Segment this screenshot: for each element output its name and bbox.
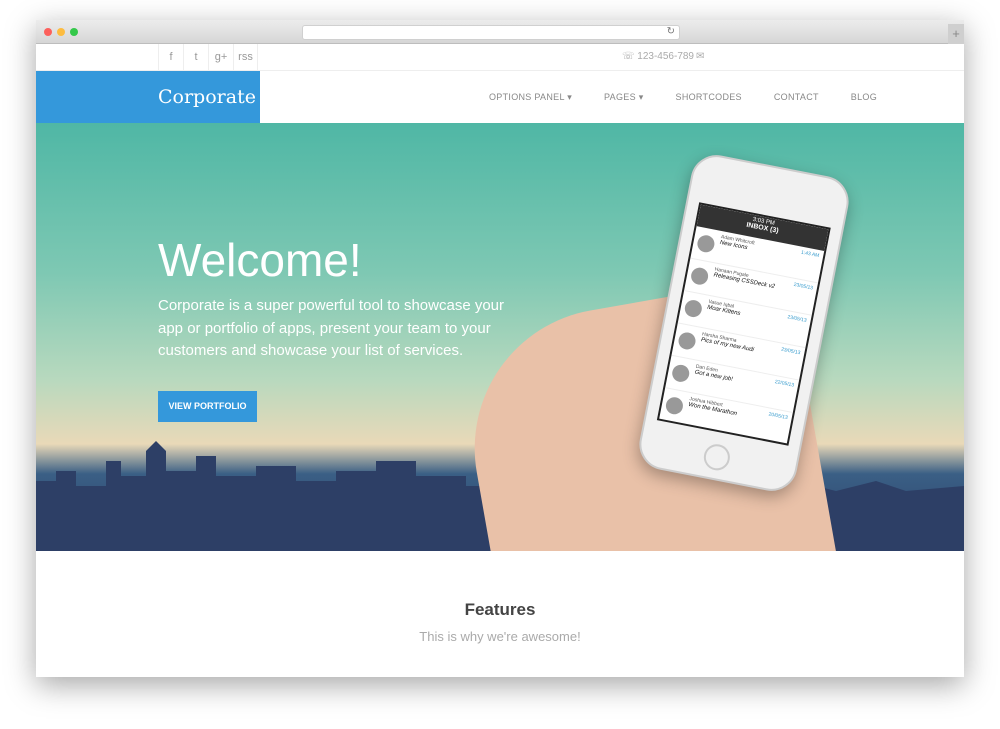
phone-number: ☏ 123-456-789 — [622, 51, 694, 62]
nav-shortcodes[interactable]: SHORTCODES — [676, 92, 742, 103]
close-icon[interactable] — [44, 28, 52, 36]
logo[interactable]: Corporate — [36, 71, 260, 123]
facebook-icon[interactable]: f — [158, 44, 183, 71]
rss-icon[interactable]: rss — [233, 44, 258, 71]
nav-options-panel[interactable]: OPTIONS PANEL ▾ — [489, 92, 572, 103]
twitter-icon[interactable]: t — [183, 44, 208, 71]
view-portfolio-button[interactable]: VIEW PORTFOLIO — [158, 391, 257, 422]
minimize-icon[interactable] — [57, 28, 65, 36]
features-title: Features — [464, 600, 536, 619]
address-bar[interactable]: ↻ — [302, 25, 680, 40]
nav-pages[interactable]: PAGES ▾ — [604, 92, 643, 103]
hero-title: Welcome! — [158, 234, 362, 286]
features-subtitle: This is why we're awesome! — [419, 629, 581, 644]
avatar — [695, 233, 716, 254]
browser-chrome: ↻ + — [36, 20, 964, 44]
home-button — [701, 442, 733, 473]
avatar — [664, 395, 685, 416]
maximize-icon[interactable] — [70, 28, 78, 36]
avatar — [683, 298, 704, 319]
avatar — [677, 330, 697, 351]
main-nav: Corporate OPTIONS PANEL ▾ PAGES ▾ SHORTC… — [36, 71, 964, 123]
hero: 3:03 PM INBOX (3) Adam Whitcroft New Icons… — [36, 123, 964, 551]
avatar — [689, 266, 710, 287]
avatar — [670, 363, 691, 384]
top-bar: f t g+ rss ☏ 123-456-789 ✉ — [36, 44, 964, 71]
google-plus-icon[interactable]: g+ — [208, 44, 233, 71]
reload-icon[interactable]: ↻ — [667, 26, 675, 37]
new-tab-button[interactable]: + — [948, 24, 964, 44]
nav-contact[interactable]: CONTACT — [774, 92, 819, 103]
phone-screen: 3:03 PM INBOX (3) Adam Whitcroft New Icons… — [656, 202, 831, 446]
hero-text: Corporate is a super powerful tool to sh… — [158, 297, 505, 359]
email-icon[interactable]: ✉ — [696, 51, 704, 62]
nav-blog[interactable]: BLOG — [851, 92, 877, 103]
browser-window: ↻ + f t g+ rss ☏ 123-456-789 ✉ Corporate… — [36, 20, 964, 677]
